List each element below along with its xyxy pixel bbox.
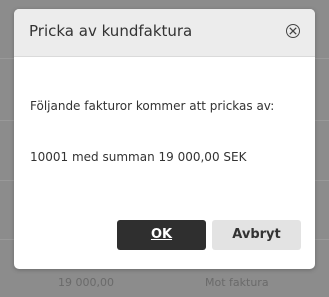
close-icon[interactable] <box>286 24 300 38</box>
dialog-header: Pricka av kundfaktura <box>14 9 315 57</box>
cancel-button[interactable]: Avbryt <box>212 220 301 250</box>
dialog-title: Pricka av kundfaktura <box>29 22 193 40</box>
invoice-dialog: Pricka av kundfaktura Följande fakturor … <box>14 9 315 269</box>
background-amount: 19 000,00 <box>58 276 114 289</box>
dialog-message: Följande fakturor kommer att prickas av: <box>30 99 275 113</box>
background-status: Mot faktura <box>205 276 269 289</box>
invoice-line: 10001 med summan 19 000,00 SEK <box>30 150 247 164</box>
close-x-glyph <box>289 27 297 35</box>
ok-button[interactable]: OK <box>117 220 206 250</box>
dialog-body: Följande fakturor kommer att prickas av:… <box>14 57 315 269</box>
